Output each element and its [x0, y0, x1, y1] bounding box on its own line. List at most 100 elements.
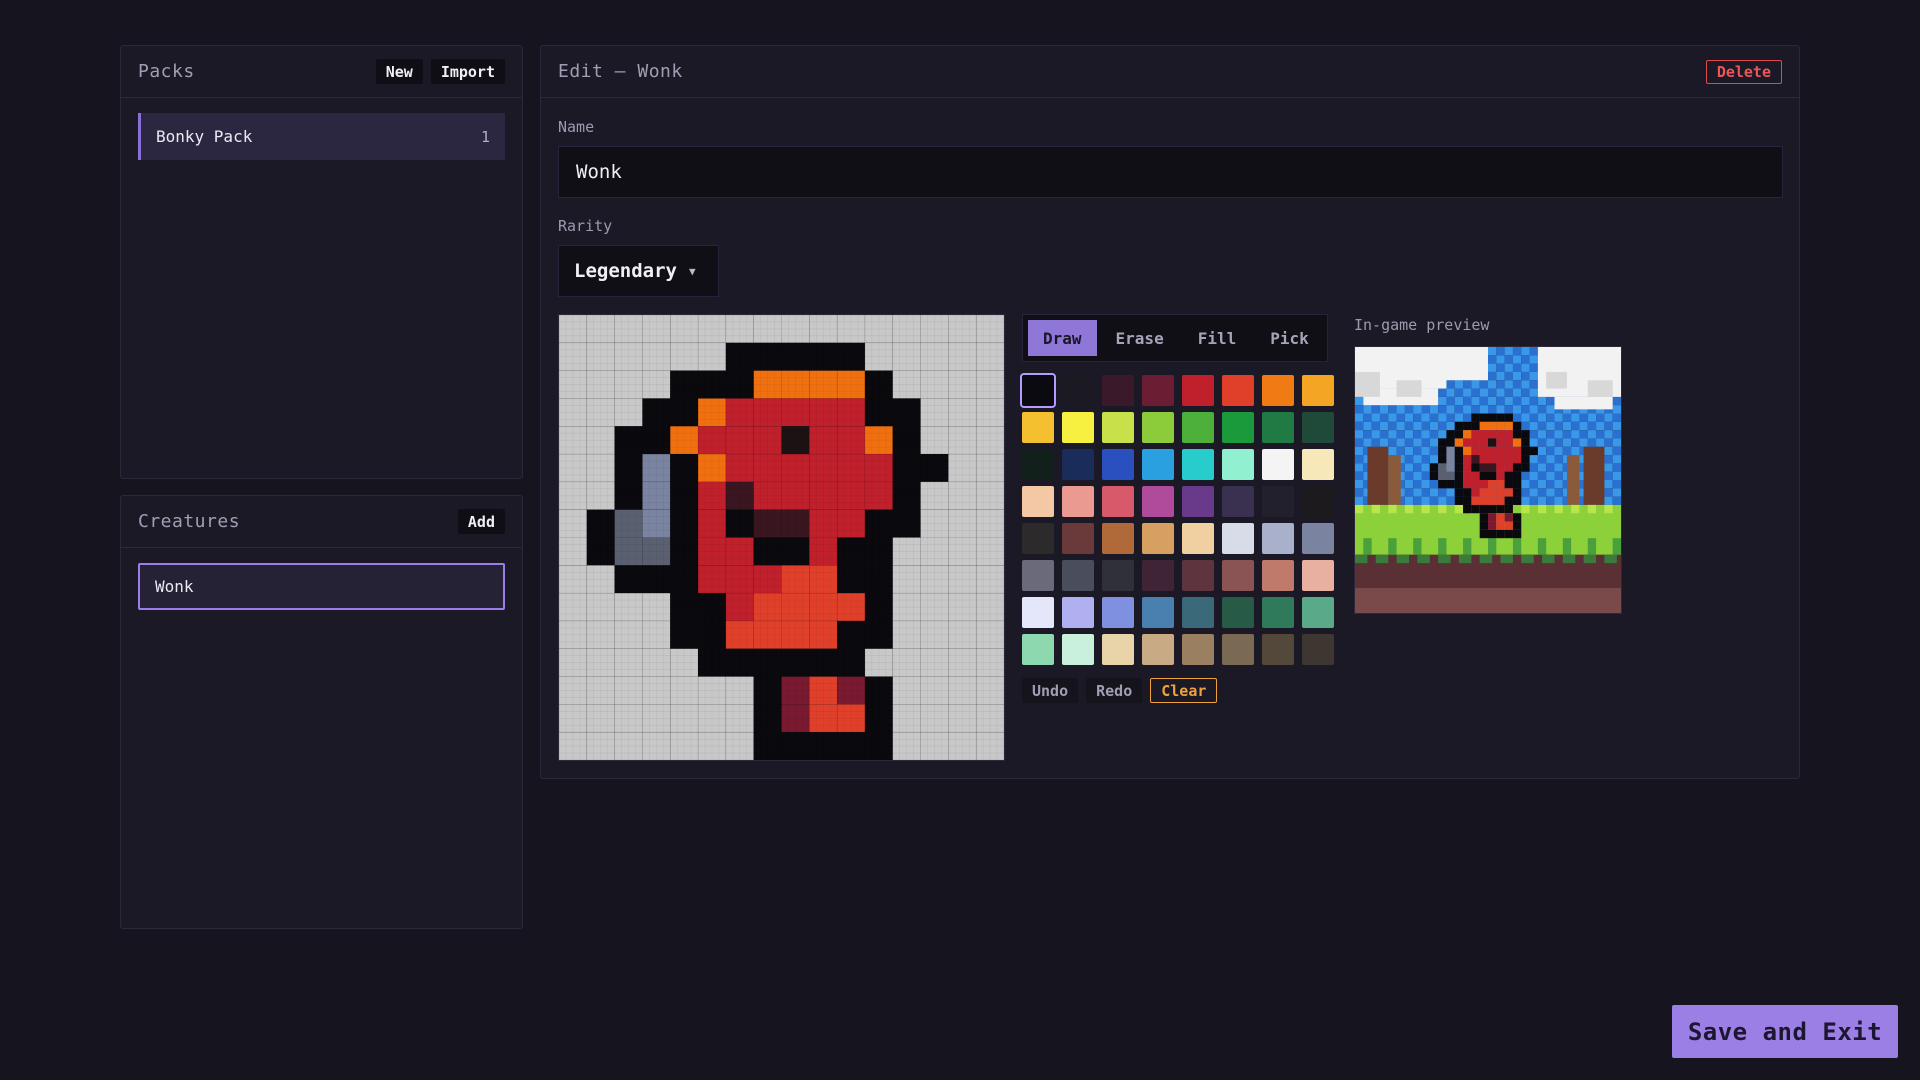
color-swatch[interactable]: [1062, 375, 1094, 406]
color-swatch[interactable]: [1022, 560, 1054, 591]
color-swatch[interactable]: [1022, 412, 1054, 443]
color-swatch[interactable]: [1222, 560, 1254, 591]
color-swatch[interactable]: [1302, 375, 1334, 406]
color-swatch[interactable]: [1302, 412, 1334, 443]
grass-shade: [1512, 538, 1522, 555]
color-swatch[interactable]: [1262, 634, 1294, 665]
color-swatch[interactable]: [1302, 634, 1334, 665]
color-swatch[interactable]: [1102, 560, 1134, 591]
color-swatch[interactable]: [1102, 412, 1134, 443]
import-pack-button[interactable]: Import: [430, 59, 505, 84]
sky-pixel: [1363, 438, 1372, 447]
color-swatch[interactable]: [1222, 375, 1254, 406]
sky-pixel: [1413, 471, 1422, 480]
color-swatch[interactable]: [1302, 449, 1334, 480]
color-swatch[interactable]: [1262, 412, 1294, 443]
color-swatch[interactable]: [1142, 449, 1174, 480]
sprite-pixel: [1512, 463, 1522, 472]
color-swatch[interactable]: [1302, 486, 1334, 517]
color-swatch[interactable]: [1222, 634, 1254, 665]
dirt-grass: [1521, 554, 1534, 564]
sky-pixel: [1388, 405, 1397, 414]
color-swatch[interactable]: [1102, 375, 1134, 406]
color-swatch[interactable]: [1142, 412, 1174, 443]
color-swatch[interactable]: [1142, 523, 1174, 554]
sky-pixel: [1554, 413, 1563, 422]
color-swatch[interactable]: [1182, 597, 1214, 628]
color-swatch[interactable]: [1182, 523, 1214, 554]
new-pack-button[interactable]: New: [375, 59, 423, 84]
color-swatch[interactable]: [1262, 523, 1294, 554]
color-swatch[interactable]: [1262, 560, 1294, 591]
color-swatch[interactable]: [1022, 634, 1054, 665]
sprite-pixel: [1446, 471, 1455, 480]
color-swatch[interactable]: [1062, 523, 1094, 554]
color-swatch[interactable]: [1182, 449, 1214, 480]
color-swatch[interactable]: [1022, 486, 1054, 517]
color-swatch[interactable]: [1062, 597, 1094, 628]
color-swatch[interactable]: [1142, 560, 1174, 591]
color-swatch[interactable]: [1182, 375, 1214, 406]
color-swatch[interactable]: [1142, 597, 1174, 628]
color-swatch[interactable]: [1020, 373, 1056, 408]
color-swatch[interactable]: [1182, 486, 1214, 517]
color-swatch[interactable]: [1062, 412, 1094, 443]
tree-trunk: [1367, 446, 1389, 505]
color-swatch[interactable]: [1142, 486, 1174, 517]
sky-pixel: [1512, 405, 1522, 414]
color-swatch[interactable]: [1262, 597, 1294, 628]
color-swatch[interactable]: [1222, 486, 1254, 517]
color-swatch[interactable]: [1102, 486, 1134, 517]
color-swatch[interactable]: [1222, 449, 1254, 480]
color-swatch[interactable]: [1142, 375, 1174, 406]
color-swatch[interactable]: [1062, 634, 1094, 665]
color-swatch[interactable]: [1262, 449, 1294, 480]
add-creature-button[interactable]: Add: [457, 509, 505, 534]
redo-button[interactable]: Redo: [1086, 678, 1143, 703]
clear-button[interactable]: Clear: [1150, 678, 1218, 703]
color-swatch[interactable]: [1062, 560, 1094, 591]
pack-item[interactable]: Bonky Pack 1: [138, 113, 505, 160]
tool-erase[interactable]: Erase: [1101, 320, 1179, 356]
color-swatch[interactable]: [1262, 375, 1294, 406]
pixel-canvas[interactable]: [558, 314, 1005, 761]
color-swatch[interactable]: [1102, 449, 1134, 480]
color-swatch[interactable]: [1302, 597, 1334, 628]
color-swatch[interactable]: [1222, 523, 1254, 554]
color-swatch[interactable]: [1182, 560, 1214, 591]
sky-pixel: [1537, 471, 1547, 480]
sprite-pixel: [1438, 455, 1447, 464]
color-swatch[interactable]: [1022, 523, 1054, 554]
color-swatch[interactable]: [1182, 634, 1214, 665]
sky-pixel: [1355, 421, 1364, 431]
name-input[interactable]: [558, 146, 1783, 198]
sky-pixel: [1421, 455, 1430, 464]
color-swatch[interactable]: [1222, 597, 1254, 628]
color-swatch[interactable]: [1182, 412, 1214, 443]
color-swatch[interactable]: [1022, 449, 1054, 480]
rarity-select[interactable]: Legendary ▼: [558, 245, 719, 297]
color-swatch[interactable]: [1062, 486, 1094, 517]
tool-pick[interactable]: Pick: [1255, 320, 1324, 356]
delete-button[interactable]: Delete: [1705, 59, 1782, 84]
tool-fill[interactable]: Fill: [1183, 320, 1252, 356]
color-swatch[interactable]: [1302, 560, 1334, 591]
color-swatch[interactable]: [1022, 597, 1054, 628]
undo-button[interactable]: Undo: [1022, 678, 1079, 703]
creature-item[interactable]: Wonk: [138, 563, 505, 610]
sprite-pixel: [1479, 488, 1488, 497]
color-swatch[interactable]: [1102, 523, 1134, 554]
color-swatch[interactable]: [1222, 412, 1254, 443]
save-and-exit-button[interactable]: Save and Exit: [1672, 1005, 1898, 1058]
sprite-pixel: [1479, 471, 1488, 480]
sky-pixel: [1388, 421, 1397, 431]
color-swatch[interactable]: [1142, 634, 1174, 665]
color-swatch[interactable]: [1262, 486, 1294, 517]
color-swatch[interactable]: [1062, 449, 1094, 480]
color-swatch[interactable]: [1102, 597, 1134, 628]
color-swatch[interactable]: [1302, 523, 1334, 554]
color-swatch[interactable]: [1102, 634, 1134, 665]
sky-pixel: [1529, 421, 1538, 431]
tool-draw[interactable]: Draw: [1028, 320, 1097, 356]
sprite-pixel: [1512, 529, 1522, 539]
